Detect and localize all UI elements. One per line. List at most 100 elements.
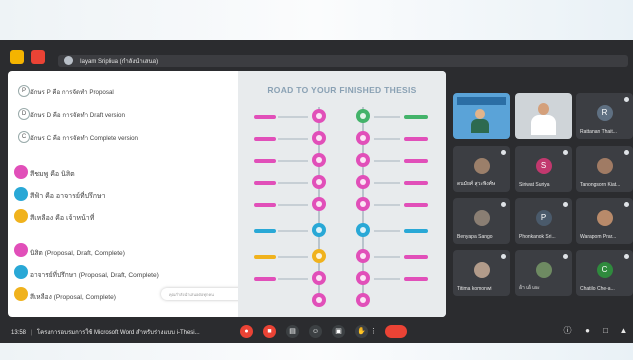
step-line (278, 138, 308, 140)
captions-button[interactable]: ▤ (286, 325, 299, 338)
step-tag (254, 181, 276, 185)
step-node (312, 249, 326, 263)
avatar (473, 210, 490, 226)
shared-slide: P อักษร P คือ การจัดทำ Proposal D อักษร … (8, 71, 446, 317)
avatar (596, 210, 613, 226)
participant-tile[interactable]: R Rattanan Thait... (576, 93, 633, 139)
participant-tile[interactable]: Tanongsorn Kiat... (576, 146, 633, 192)
legend-row-c: อักษร C คือ การจัดทำ Complete version (30, 135, 138, 142)
step-node (356, 197, 370, 211)
step-tag (254, 159, 276, 163)
participant-name: อ้า เอ้ เอะ (519, 285, 540, 291)
pink-dot-icon (14, 243, 28, 257)
step-node (312, 175, 326, 189)
step-tag (254, 255, 276, 259)
participant-name: Phonkanok Sri... (519, 234, 556, 240)
people-icon[interactable]: ● (582, 325, 593, 336)
blue-dot-icon (14, 265, 28, 279)
legend-staff: สีเหลือง (Proposal, Complete) (30, 294, 116, 301)
legend-yellow: สีเหลือง คือ เจ้าหน้าที่ (30, 215, 95, 222)
step-node (356, 293, 370, 307)
meeting-info: 13:58 | โครงการอบรมการใช้ Microsoft Word… (11, 330, 200, 336)
step-tag (404, 203, 428, 207)
more-options-icon[interactable]: ⋮ (368, 325, 379, 338)
mic-off-icon (624, 150, 629, 155)
present-icon[interactable] (10, 50, 24, 64)
step-line (374, 182, 400, 184)
participant-name: Warapom Prar... (580, 234, 617, 240)
step-line (374, 204, 400, 206)
step-node (312, 131, 326, 145)
mic-off-icon (563, 202, 568, 207)
raise-hand-button[interactable]: ✋ (355, 325, 368, 338)
presenter-avatar (64, 56, 73, 65)
participant-tile[interactable] (453, 93, 510, 139)
legend-row-p: อักษร P คือ การจัดทำ Proposal (30, 89, 114, 96)
mic-off-icon (624, 202, 629, 207)
participant-tile[interactable]: อ้า เอ้ เอะ (515, 250, 572, 296)
chat-icon[interactable]: □ (600, 325, 611, 336)
step-tag (254, 137, 276, 141)
step-node (312, 223, 326, 237)
step-line (278, 182, 308, 184)
mic-off-button[interactable]: ● (240, 325, 253, 338)
participant-tile[interactable]: S Siriwat Suriya (515, 146, 572, 192)
yellow-dot-icon (14, 287, 28, 301)
leave-call-button[interactable] (385, 325, 407, 338)
mic-off-icon (624, 97, 629, 102)
step-tag (254, 229, 276, 233)
step-node (356, 223, 370, 237)
present-button[interactable]: ▣ (332, 325, 345, 338)
avatar: P (535, 210, 552, 226)
step-tag (404, 137, 428, 141)
participant-name: Chatilo Che-a... (580, 286, 615, 292)
letter-d-icon: D (18, 108, 30, 120)
thesis-infographic: ROAD TO YOUR FINISHED THESIS (238, 71, 446, 317)
participant-name: Rattanan Thait... (580, 129, 617, 135)
participant-tile[interactable] (515, 93, 572, 139)
step-line (278, 204, 308, 206)
step-line (278, 256, 308, 258)
participant-tile[interactable]: Benyapa Sango (453, 198, 510, 244)
person-silhouette (538, 103, 549, 115)
step-node (356, 109, 370, 123)
avatar: R (596, 105, 613, 121)
step-node (356, 175, 370, 189)
info-icon[interactable]: ⓘ (562, 325, 573, 336)
mic-off-icon (563, 254, 568, 259)
participant-tile[interactable]: Warapom Prar... (576, 198, 633, 244)
step-node (312, 109, 326, 123)
step-line (374, 138, 400, 140)
person-silhouette (471, 119, 489, 133)
step-line (374, 116, 400, 118)
clock: 13:58 (11, 330, 27, 336)
pink-dot-icon (14, 165, 28, 179)
step-line (374, 256, 400, 258)
participant-tile[interactable]: C Chatilo Che-a... (576, 250, 633, 296)
step-tag (404, 255, 428, 259)
step-tag (254, 277, 276, 281)
participant-tile[interactable]: Titima komonwi (453, 250, 510, 296)
yellow-dot-icon (14, 209, 28, 223)
step-node (356, 131, 370, 145)
letter-p-icon: P (18, 85, 30, 97)
participant-tile[interactable]: ดนมัยศ์ สุวะพิงศ์ษ (453, 146, 510, 192)
mic-off-icon (501, 150, 506, 155)
legend-blue: สีฟ้า คือ อาจารย์ที่ปรึกษา (30, 193, 106, 200)
letter-c-icon: C (18, 131, 30, 143)
activities-icon[interactable]: ▲ (618, 325, 629, 336)
step-node (356, 271, 370, 285)
step-node (356, 153, 370, 167)
stop-present-icon[interactable] (31, 50, 45, 64)
presenter-label: Iayam Sripliua (กำลังนำเสนอ) (80, 59, 159, 65)
step-tag (404, 277, 428, 281)
legend-advisor: อาจารย์ที่ปรึกษา (Proposal, Draft, Compl… (30, 272, 159, 279)
camera-off-button[interactable]: ■ (263, 325, 276, 338)
emoji-button[interactable]: ☺ (309, 325, 322, 338)
step-node (312, 271, 326, 285)
person-silhouette (475, 109, 485, 119)
video-feed (457, 97, 506, 105)
step-line (374, 230, 400, 232)
participant-tile[interactable]: P Phonkanok Sri... (515, 198, 572, 244)
blue-dot-icon (14, 187, 28, 201)
